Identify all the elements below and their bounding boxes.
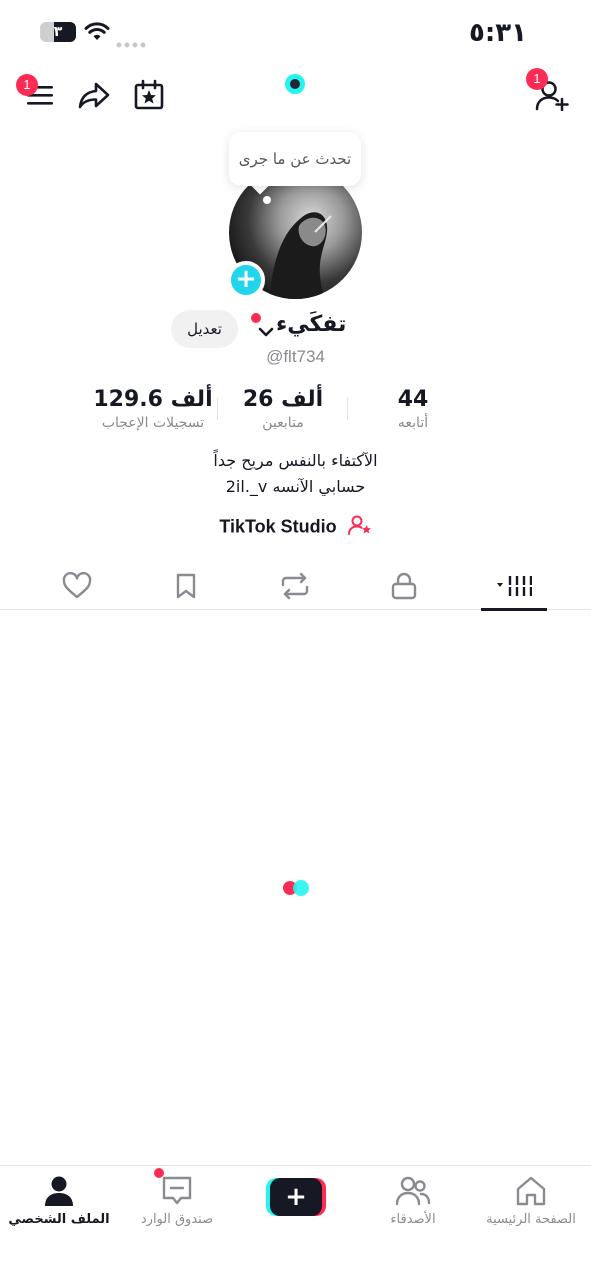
nav-inbox[interactable]: صندوق الوارد	[118, 1166, 236, 1236]
creator-star-icon	[347, 514, 372, 541]
stat-value: 44	[397, 387, 429, 412]
stat-value: 26 ألف	[242, 387, 324, 412]
grid-filter-icon	[497, 576, 532, 596]
loading-indicator-cyan	[293, 880, 309, 896]
tab-videos[interactable]	[474, 562, 554, 610]
create-button[interactable]: +	[266, 1178, 326, 1216]
stat-value: 129.6 ألف	[93, 387, 213, 412]
tab-liked[interactable]	[37, 562, 117, 610]
calendar-button[interactable]	[132, 78, 166, 112]
tab-active-indicator	[481, 608, 547, 611]
profile-icon	[40, 1174, 78, 1208]
stat-followers[interactable]: 26 ألف متابعين	[218, 386, 348, 436]
home-icon	[512, 1174, 550, 1208]
tab-private[interactable]	[364, 562, 444, 610]
profile-stats: 44 أتابعه 26 ألف متابعين 129.6 ألف تسجيل…	[88, 386, 478, 436]
battery-indicator: ٣	[40, 22, 76, 42]
live-indicator-icon[interactable]	[285, 74, 305, 94]
tab-reposts[interactable]	[255, 562, 335, 610]
menu-badge: 1	[16, 74, 38, 96]
share-icon	[78, 82, 110, 109]
inbox-notification-dot	[154, 1168, 164, 1178]
tiktok-studio-link[interactable]: TikTok Studio	[0, 514, 591, 541]
nav-label: الأصدقاء	[390, 1212, 436, 1227]
repost-icon	[281, 572, 309, 600]
plus-icon: +	[270, 1178, 322, 1216]
stat-label: أتابعه	[397, 415, 429, 431]
tooltip-dot	[263, 196, 271, 204]
stat-likes[interactable]: 129.6 ألف تسجيلات الإعجاب	[88, 386, 218, 436]
profile-bio: الآكتفاء بالنفس مريح جداً حسابي الآنسه 2…	[0, 448, 591, 500]
studio-label: TikTok Studio	[219, 516, 337, 537]
stat-label: تسجيلات الإعجاب	[101, 415, 205, 431]
nav-profile[interactable]: الملف الشخصي	[0, 1166, 118, 1236]
nav-label: صندوق الوارد	[140, 1212, 214, 1227]
battery-text: ٣	[53, 24, 63, 40]
bio-line-1: الآكتفاء بالنفس مريح جداً	[213, 451, 378, 470]
share-button[interactable]	[76, 78, 112, 112]
tooltip-bubble: تحدث عن ما جرى	[229, 132, 361, 186]
content-tabs	[0, 562, 591, 611]
add-friend-badge: 1	[526, 68, 548, 90]
stat-following[interactable]: 44 أتابعه	[348, 386, 478, 436]
display-name[interactable]: تفكَيء	[276, 312, 346, 337]
notification-dot	[251, 313, 261, 323]
bookmark-icon	[176, 573, 196, 599]
status-bar: ٣ ٥:٣١	[0, 0, 591, 64]
nav-home[interactable]: الصفحة الرئيسية	[472, 1166, 590, 1236]
chevron-down-icon[interactable]	[258, 323, 274, 342]
nav-label: الصفحة الرئيسية	[486, 1212, 576, 1227]
stat-label: متابعين	[262, 415, 304, 431]
calendar-star-icon	[134, 79, 164, 110]
status-time: ٥:٣١	[468, 18, 527, 48]
inbox-icon	[158, 1174, 196, 1208]
bio-line-2: حسابي الآنسه 2il._v	[225, 477, 366, 496]
lock-icon	[391, 572, 417, 600]
nav-label: الملف الشخصي	[8, 1212, 110, 1227]
tab-favorites[interactable]	[146, 562, 226, 610]
nav-friends[interactable]: الأصدقاء	[354, 1166, 472, 1236]
friends-icon	[394, 1174, 432, 1208]
bottom-navigation: الصفحة الرئيسية الأصدقاء + صندوق الوارد	[0, 1165, 591, 1280]
heart-icon	[62, 572, 92, 599]
edit-profile-button[interactable]: تعديل	[171, 310, 238, 348]
add-story-button[interactable]: +	[227, 261, 265, 299]
signal-icon	[116, 34, 146, 48]
username-handle: @flt734	[266, 347, 325, 366]
wifi-icon	[84, 22, 110, 46]
